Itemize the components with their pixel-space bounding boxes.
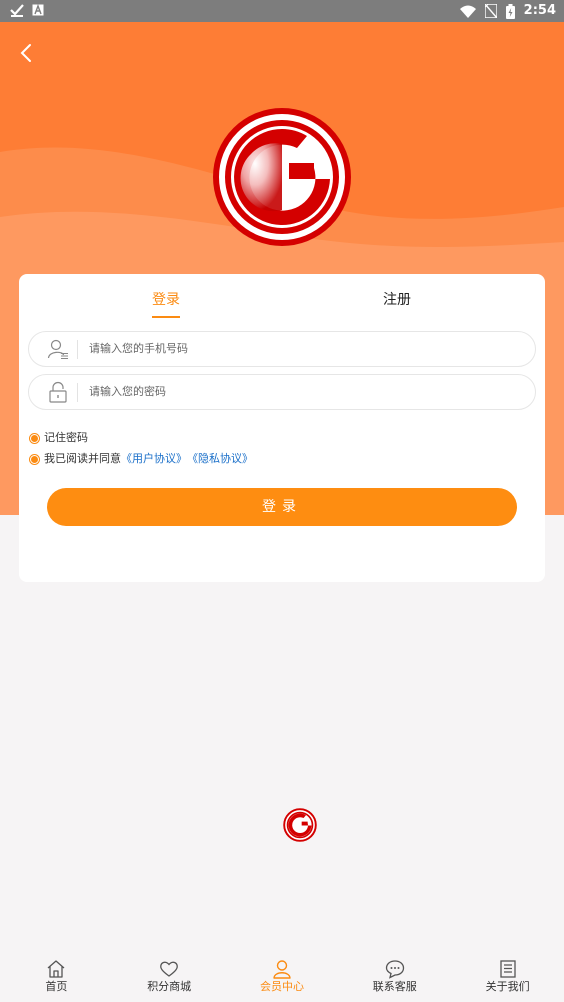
input-divider bbox=[77, 383, 78, 402]
back-arrow-icon[interactable] bbox=[14, 40, 40, 66]
footer-logo bbox=[283, 808, 317, 842]
heart-icon bbox=[160, 961, 179, 977]
login-button[interactable]: 登录 bbox=[47, 488, 517, 526]
tab-login[interactable]: 登录 bbox=[152, 290, 180, 318]
tab-about-us-label: 关于我们 bbox=[485, 980, 530, 993]
radio-checked-icon bbox=[29, 453, 40, 465]
tab-member-center-label: 会员中心 bbox=[259, 980, 304, 993]
check-notification-icon bbox=[10, 4, 24, 17]
wifi-icon bbox=[459, 5, 476, 18]
tab-home[interactable]: 首页 bbox=[0, 952, 113, 1002]
radio-checked-icon bbox=[29, 432, 40, 444]
active-tab-underline bbox=[152, 316, 180, 318]
agree-label: 我已阅读并同意 bbox=[44, 452, 121, 465]
user-agreement-link[interactable]: 《用户协议》 bbox=[121, 452, 187, 466]
phone-input[interactable]: 请输入您的手机号码 bbox=[28, 331, 536, 367]
tab-points-mall-label: 积分商城 bbox=[147, 980, 192, 993]
login-card: 登录 注册 请输入您的手机号码 请输入您的密码 记住密码 我已阅读并同意 《用户… bbox=[19, 274, 545, 582]
agree-terms-checkbox[interactable]: 我已阅读并同意 《用户协议》 《隐私协议》 bbox=[29, 452, 253, 466]
battery-icon bbox=[505, 3, 515, 19]
status-time: 2:54 bbox=[523, 3, 556, 18]
tab-points-mall[interactable]: 积分商城 bbox=[113, 952, 226, 1002]
app-logo bbox=[213, 108, 351, 246]
font-notification-icon bbox=[32, 4, 44, 16]
user-icon bbox=[273, 960, 291, 979]
remember-label: 记住密码 bbox=[44, 431, 88, 444]
tab-register[interactable]: 注册 bbox=[383, 290, 411, 310]
tab-register-label: 注册 bbox=[383, 292, 411, 308]
tab-member-center[interactable]: 会员中心 bbox=[226, 952, 339, 1002]
input-divider bbox=[77, 340, 78, 359]
home-icon bbox=[47, 960, 65, 978]
tab-login-label: 登录 bbox=[152, 292, 180, 308]
tab-customer-service[interactable]: 联系客服 bbox=[338, 952, 451, 1002]
privacy-agreement-link[interactable]: 《隐私协议》 bbox=[187, 452, 253, 466]
chat-icon bbox=[385, 960, 404, 979]
document-icon bbox=[499, 960, 516, 978]
remember-password-checkbox[interactable]: 记住密码 bbox=[29, 431, 88, 445]
password-input[interactable]: 请输入您的密码 bbox=[28, 374, 536, 410]
tab-home-label: 首页 bbox=[45, 980, 68, 993]
phone-placeholder: 请输入您的手机号码 bbox=[89, 342, 188, 355]
bottom-tab-bar: 首页 积分商城 会员中心 联系客服 关于我们 bbox=[0, 952, 564, 1002]
user-icon bbox=[47, 339, 68, 360]
lock-icon bbox=[49, 381, 67, 403]
no-sim-icon bbox=[484, 4, 497, 18]
tab-customer-service-label: 联系客服 bbox=[372, 980, 417, 993]
password-placeholder: 请输入您的密码 bbox=[89, 385, 166, 398]
tab-about-us[interactable]: 关于我们 bbox=[451, 952, 564, 1002]
status-bar: 2:54 bbox=[0, 0, 564, 22]
